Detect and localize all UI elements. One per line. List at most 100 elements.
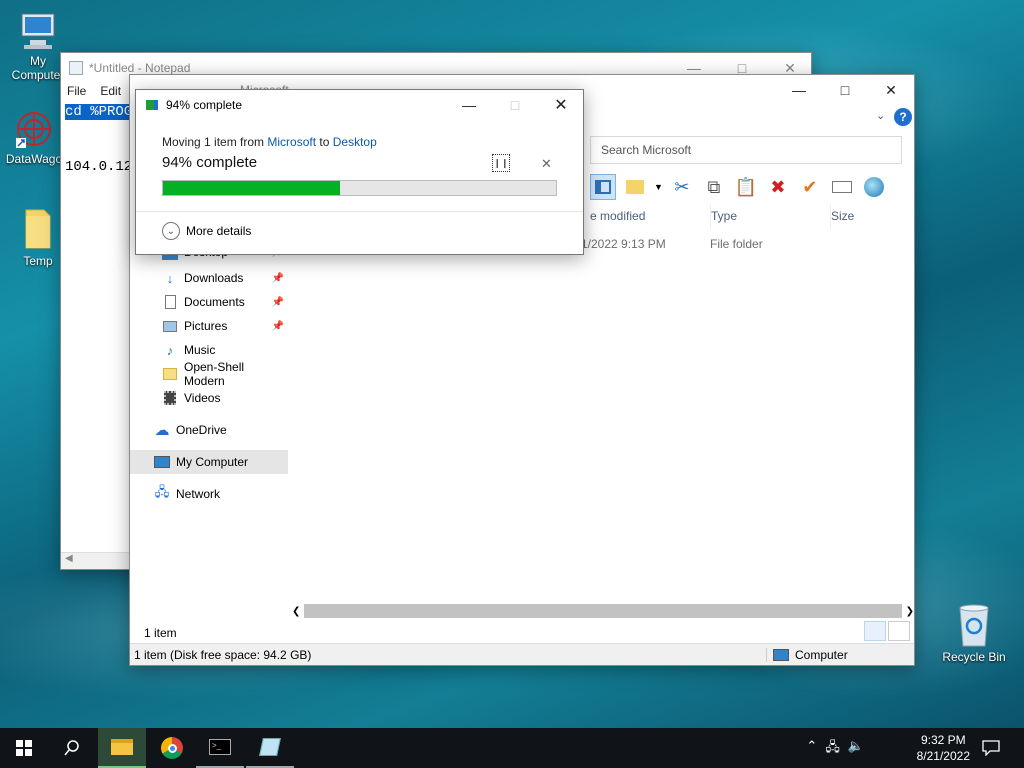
delete-icon[interactable]: ✖ bbox=[765, 174, 791, 200]
explorer-minimize-button[interactable]: — bbox=[776, 75, 822, 105]
computer-icon bbox=[773, 649, 789, 661]
column-header-date[interactable]: e modified bbox=[590, 205, 702, 229]
sidebar-item-videos[interactable]: Videos bbox=[130, 386, 288, 410]
dialog-title: 94% complete bbox=[166, 98, 243, 112]
dialog-close-button[interactable]: ✕ bbox=[538, 90, 584, 120]
clock-date: 8/21/2022 bbox=[916, 749, 970, 763]
view-dropdown-icon[interactable]: ▼ bbox=[654, 182, 663, 192]
horizontal-scrollbar[interactable]: ❮ ❯ bbox=[292, 603, 914, 619]
system-tray: ⌃ 🖧 🔈 bbox=[806, 738, 864, 760]
windows-icon bbox=[16, 740, 32, 756]
desktop-icon-recycle-bin[interactable]: Recycle Bin bbox=[938, 602, 1010, 664]
search-icon bbox=[64, 740, 79, 756]
properties-check-icon[interactable]: ✔ bbox=[797, 174, 823, 200]
scroll-right-icon[interactable]: ❯ bbox=[906, 606, 914, 617]
desktop-icon-label: Temp bbox=[23, 254, 53, 268]
pin-icon[interactable]: 📌 bbox=[272, 321, 284, 332]
taskbar-clock[interactable]: 9:32 PM 8/21/2022 bbox=[917, 732, 970, 764]
cut-icon[interactable]: ✂ bbox=[669, 174, 695, 200]
sidebar-item-label: Documents bbox=[184, 295, 245, 309]
command-prompt-icon: >_ bbox=[209, 739, 231, 755]
chrome-icon bbox=[161, 737, 183, 759]
dialog-minimize-button[interactable]: — bbox=[446, 90, 492, 120]
datawago-icon bbox=[16, 112, 51, 148]
status-location-label: Computer bbox=[795, 648, 848, 662]
explorer-close-button[interactable]: ✕ bbox=[868, 75, 914, 105]
computer-icon bbox=[154, 454, 170, 470]
notepad-menu-edit[interactable]: Edit bbox=[100, 84, 121, 98]
dialog-maximize-button[interactable]: □ bbox=[492, 90, 538, 120]
sidebar-item-network[interactable]: 🖧 Network bbox=[130, 482, 288, 506]
status-disk-space: 1 item (Disk free space: 94.2 GB) bbox=[134, 648, 312, 662]
copy-progress-dialog[interactable]: 94% complete — □ ✕ Moving 1 item from Mi… bbox=[135, 89, 584, 255]
chevron-up-icon[interactable]: ⌃ bbox=[806, 738, 817, 760]
folder-icon bbox=[162, 366, 178, 382]
open-shell-icon[interactable] bbox=[861, 174, 887, 200]
monitor-icon bbox=[21, 13, 55, 49]
search-button[interactable] bbox=[48, 728, 96, 768]
source-link[interactable]: Microsoft bbox=[267, 135, 316, 149]
copy-icon[interactable]: ⧉ bbox=[701, 174, 727, 200]
sidebar-item-onedrive[interactable]: ☁ OneDrive bbox=[130, 418, 288, 442]
scroll-left-icon[interactable]: ❮ bbox=[292, 606, 300, 617]
videos-icon bbox=[162, 390, 178, 406]
rename-icon[interactable] bbox=[829, 174, 855, 200]
network-icon: 🖧 bbox=[154, 484, 170, 499]
notepad-line-1[interactable]: cd %PROG bbox=[65, 104, 133, 120]
status-bar: 1 item (Disk free space: 94.2 GB) Comput… bbox=[130, 643, 914, 665]
sidebar-item-pictures[interactable]: Pictures 📌 bbox=[130, 314, 288, 338]
item-count: 1 item bbox=[144, 626, 177, 640]
large-icons-view-icon[interactable] bbox=[888, 621, 910, 641]
preview-pane-icon[interactable] bbox=[590, 174, 616, 200]
column-header-size[interactable]: Size bbox=[830, 205, 910, 229]
dialog-titlebar[interactable]: 94% complete — □ ✕ bbox=[136, 90, 583, 120]
cancel-button[interactable]: ✕ bbox=[541, 156, 552, 172]
notepad-icon bbox=[69, 61, 83, 75]
sidebar-item-music[interactable]: ♪ Music bbox=[130, 338, 288, 362]
sidebar-item-label: My Computer bbox=[176, 455, 249, 469]
network-tray-icon[interactable]: 🖧 bbox=[825, 738, 840, 760]
pin-icon[interactable]: 📌 bbox=[272, 273, 284, 284]
documents-icon bbox=[162, 294, 178, 310]
scroll-thumb[interactable] bbox=[304, 604, 902, 618]
notepad-menu-file[interactable]: File bbox=[67, 84, 86, 98]
notification-button[interactable] bbox=[968, 728, 1014, 768]
percent-complete-label: 94% complete bbox=[162, 154, 258, 171]
search-input[interactable]: Search Microsoft bbox=[590, 136, 902, 164]
column-header-type[interactable]: Type bbox=[710, 205, 822, 229]
volume-icon[interactable]: 🔈 bbox=[848, 738, 864, 760]
more-details-button[interactable]: ⌄ More details bbox=[162, 222, 251, 240]
sidebar-item-downloads[interactable]: ↓ Downloads 📌 bbox=[130, 266, 288, 290]
sidebar-item-label: OneDrive bbox=[176, 423, 227, 437]
destination-link[interactable]: Desktop bbox=[333, 135, 377, 149]
taskbar-chrome[interactable] bbox=[148, 728, 196, 768]
start-button[interactable] bbox=[0, 728, 48, 768]
sidebar-item-label: Pictures bbox=[184, 319, 228, 333]
notepad-line-2[interactable]: 104.0.12 bbox=[65, 159, 132, 175]
dialog-divider bbox=[136, 211, 583, 212]
ribbon-collapse-chevron-icon[interactable]: ⌄ bbox=[876, 109, 885, 122]
sidebar-item-my-computer[interactable]: My Computer bbox=[130, 450, 288, 474]
explorer-maximize-button[interactable]: □ bbox=[822, 75, 868, 105]
details-view-icon[interactable] bbox=[864, 621, 886, 641]
notepad-title: *Untitled - Notepad bbox=[89, 61, 191, 75]
taskbar-command-prompt[interactable]: >_ bbox=[196, 728, 244, 768]
taskbar-notepad[interactable] bbox=[246, 728, 294, 768]
search-placeholder: Search Microsoft bbox=[601, 143, 692, 157]
desktop-icon-label: DataWago bbox=[5, 152, 63, 166]
sidebar-item-label: Videos bbox=[184, 391, 221, 405]
downloads-icon: ↓ bbox=[166, 270, 174, 286]
onedrive-icon: ☁ bbox=[154, 422, 170, 439]
pause-button[interactable]: ❙❙ bbox=[492, 154, 510, 172]
sidebar-item-label: Downloads bbox=[184, 271, 244, 285]
pin-icon[interactable]: 📌 bbox=[272, 297, 284, 308]
notepad-horizontal-scrollbar[interactable]: ◀ bbox=[61, 552, 133, 569]
clock-time: 9:32 PM bbox=[920, 733, 966, 747]
status-location: Computer bbox=[766, 648, 848, 662]
paste-icon[interactable]: 📋 bbox=[733, 174, 759, 200]
sidebar-item-open-shell[interactable]: Open-Shell Modern bbox=[130, 360, 288, 388]
view-options-icon[interactable] bbox=[622, 174, 648, 200]
sidebar-item-documents[interactable]: Documents 📌 bbox=[130, 290, 288, 314]
taskbar-file-explorer[interactable] bbox=[98, 728, 146, 768]
help-icon[interactable]: ? bbox=[894, 108, 912, 126]
